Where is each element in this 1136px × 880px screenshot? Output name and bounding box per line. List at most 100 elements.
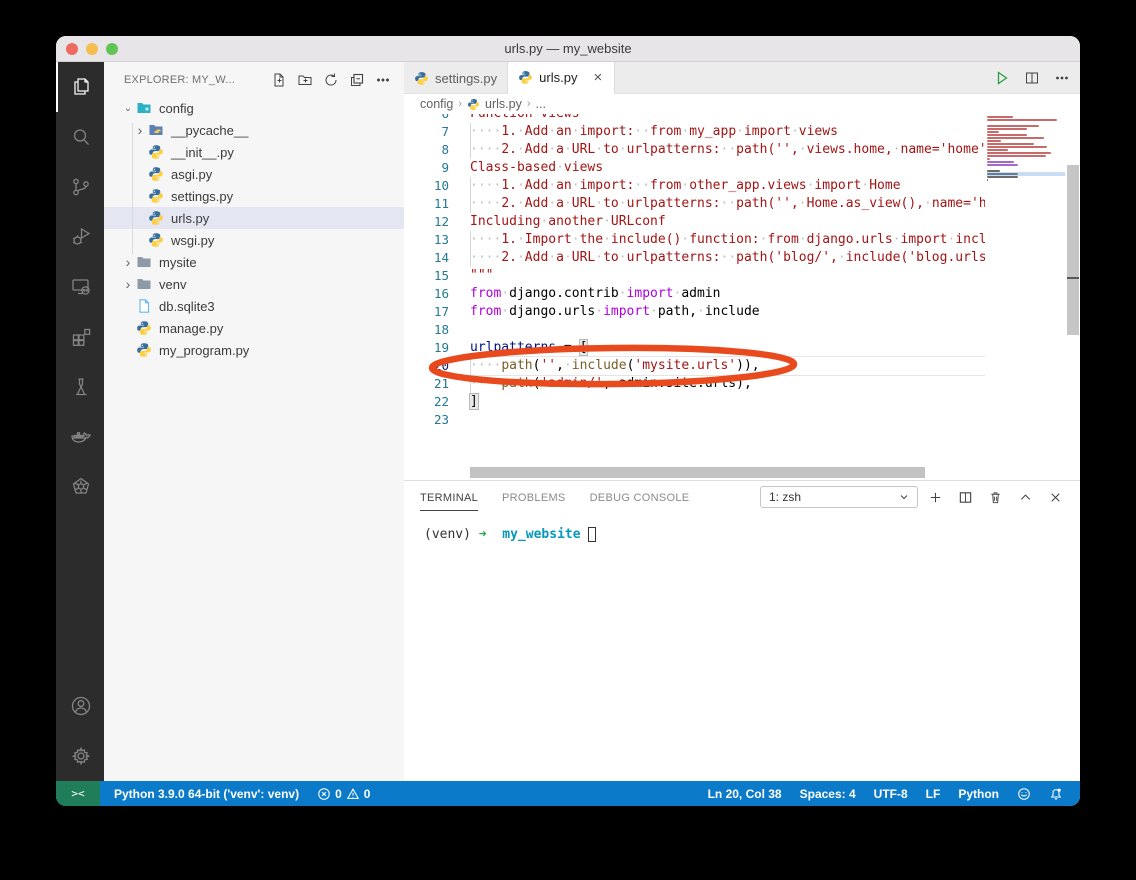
more-editor-actions-button[interactable] [1054,70,1070,86]
new-terminal-button[interactable] [922,485,948,509]
activity-bar-item-extensions[interactable] [56,312,104,362]
chevron-right-icon[interactable]: › [120,276,136,292]
close-panel-button[interactable] [1042,485,1068,509]
kill-terminal-button[interactable] [982,485,1008,509]
cursor-overview-marker [1067,277,1079,279]
tree-item--init-py[interactable]: __init__.py [104,141,404,163]
tree-item-my-program-py[interactable]: my_program.py [104,339,404,361]
python-icon [148,232,165,248]
vertical-scrollbar-thumb[interactable] [1067,165,1079,335]
eol-status[interactable]: LF [917,781,950,806]
panel-tab-debug-console[interactable]: DEBUG CONSOLE [590,484,690,511]
code-line-21[interactable]: 21····path('admin/',·admin.site.urls), [404,375,985,393]
chevron-right-icon[interactable]: › [120,254,136,270]
breadcrumb-item[interactable]: ... [536,97,546,111]
new-folder-button[interactable] [292,67,318,93]
tree-item-config[interactable]: ⌄config [104,97,404,119]
horizontal-scrollbar-thumb[interactable] [470,467,925,478]
code-line-13[interactable]: 13····1.·Import·the·include()·function:·… [404,231,985,249]
minimap[interactable] [987,114,1065,185]
minimap-current-line [987,172,1065,176]
activity-bar-item-source-control[interactable] [56,162,104,212]
notifications-bell-icon[interactable] [1040,781,1072,806]
code-line-17[interactable]: 17from·django.urls·import·path,·include [404,303,985,321]
line-number: 23 [404,411,470,429]
terminal-content[interactable]: (venv) ➜ my_website [404,513,1080,781]
code-line-8[interactable]: 8····2.·Add·a·URL·to·urlpatterns:··path(… [404,141,985,159]
problems-status[interactable]: 0 0 [308,781,379,806]
language-mode-status[interactable]: Python [949,781,1008,806]
feedback-icon[interactable] [1008,781,1040,806]
activity-bar-item-remote-explorer[interactable] [56,262,104,312]
tree-item-venv[interactable]: ›venv [104,273,404,295]
tree-item-label: __pycache__ [171,123,248,138]
minimap-line [987,149,1008,151]
prompt-segment: ➜ [479,527,495,542]
horizontal-scrollbar[interactable] [470,467,985,478]
minimap-line [987,161,1014,163]
activity-bar-item-search[interactable] [56,112,104,162]
cursor-position-status[interactable]: Ln 20, Col 38 [699,781,791,806]
maximize-panel-button[interactable] [1012,485,1038,509]
breadcrumb[interactable]: config›urls.py›... [404,94,1080,114]
remote-indicator[interactable]: >< [56,781,100,806]
close-tab-icon[interactable]: × [591,69,604,86]
code-line-23[interactable]: 23 [404,411,985,429]
tree-item-label: wsgi.py [171,233,214,248]
activity-bar-item-testing[interactable] [56,362,104,412]
tree-item--pycache-[interactable]: › __pycache__ [104,119,404,141]
encoding-status[interactable]: UTF-8 [865,781,917,806]
split-terminal-button[interactable] [952,485,978,509]
tree-item-manage-py[interactable]: manage.py [104,317,404,339]
refresh-button[interactable] [318,67,344,93]
indentation-status[interactable]: Spaces: 4 [791,781,865,806]
tree-item-asgi-py[interactable]: asgi.py [104,163,404,185]
code-line-16[interactable]: 16from·django.contrib·import·admin [404,285,985,303]
chevron-right-icon[interactable]: › [132,122,148,138]
tree-item-settings-py[interactable]: settings.py [104,185,404,207]
chevron-down-icon[interactable]: ⌄ [120,103,136,114]
new-file-button[interactable] [266,67,292,93]
vertical-scrollbar[interactable] [1066,114,1080,480]
tree-item-wsgi-py[interactable]: wsgi.py [104,229,404,251]
code-line-11[interactable]: 11····2.·Add·a·URL·to·urlpatterns:··path… [404,195,985,213]
code-line-20[interactable]: 20····path('',·include('mysite.urls')), [404,357,985,375]
code-line-14[interactable]: 14····2.·Add·a·URL·to·urlpatterns:··path… [404,249,985,267]
code-line-15[interactable]: 15""" [404,267,985,285]
tree-item-db-sqlite3[interactable]: db.sqlite3 [104,295,404,317]
activity-bar-item-kubernetes[interactable] [56,462,104,512]
tree-item-mysite[interactable]: ›mysite [104,251,404,273]
tab-settings-py[interactable]: settings.py [404,62,508,94]
activity-bar-item-accounts[interactable] [56,681,104,731]
window-title: urls.py — my_website [56,41,1080,56]
warning-icon [346,787,360,801]
split-editor-button[interactable] [1024,70,1040,86]
minimap-line [987,137,1044,139]
code-line-19[interactable]: 19urlpatterns·=·[ [404,339,985,357]
code-line-12[interactable]: 12Including·another·URLconf [404,213,985,231]
activity-bar-item-explorer[interactable] [56,62,104,112]
activity-bar-item-docker[interactable] [56,412,104,462]
run-python-file-button[interactable] [994,70,1010,86]
panel-tab-terminal[interactable]: TERMINAL [420,484,478,511]
activity-bar-item-settings[interactable] [56,731,104,781]
code-line-18[interactable]: 18 [404,321,985,339]
code-line-7[interactable]: 7····1.·Add·an·import:··from·my_app·impo… [404,123,985,141]
activity-bar-item-run-and-debug[interactable] [56,212,104,262]
more-actions-button[interactable] [370,67,396,93]
code-line-10[interactable]: 10····1.·Add·an·import:··from·other_app.… [404,177,985,195]
code-line-22[interactable]: 22] [404,393,985,411]
panel-tab-problems[interactable]: PROBLEMS [502,484,566,511]
collapse-all-button[interactable] [344,67,370,93]
breadcrumb-item[interactable]: config [420,97,453,111]
title-bar[interactable]: urls.py — my_website [56,36,1080,62]
code-line-6[interactable]: 6Function·views [404,114,985,123]
breadcrumb-item[interactable]: urls.py [485,97,522,111]
shell-select-dropdown[interactable]: 1: zsh [760,486,918,508]
tree-item-urls-py[interactable]: urls.py [104,207,404,229]
python-interpreter-status[interactable]: Python 3.9.0 64-bit ('venv': venv) [100,781,308,806]
code-editor[interactable]: 6Function·views7····1.·Add·an·import:··f… [404,114,1080,480]
tab-urls-py[interactable]: urls.py× [508,62,615,94]
code-line-9[interactable]: 9Class-based·views [404,159,985,177]
line-number: 7 [404,123,470,141]
